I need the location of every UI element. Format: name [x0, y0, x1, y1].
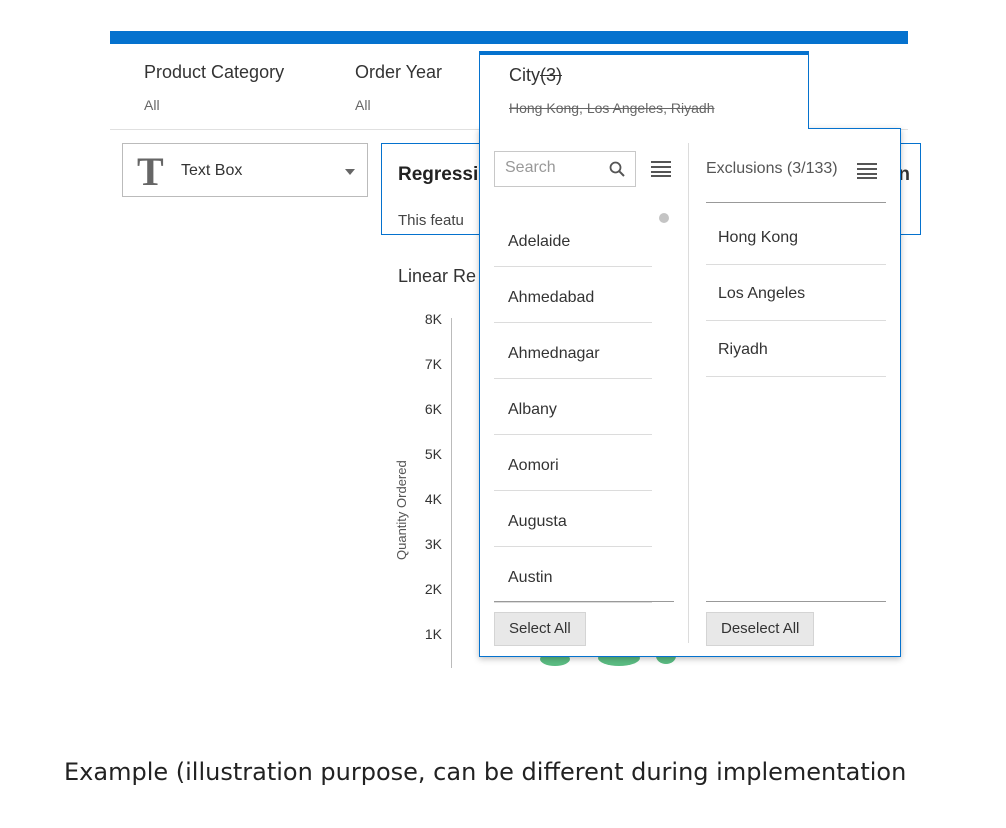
list-item-label: Austin — [508, 569, 553, 586]
y-tick-label: 7K — [424, 356, 442, 372]
divider — [706, 601, 886, 602]
divider — [706, 202, 886, 203]
list-item-label: Ahmedabad — [508, 289, 595, 306]
city-filter-count: (3) — [540, 65, 562, 85]
list-item[interactable]: Albany — [494, 379, 652, 435]
deselect-all-button[interactable]: Deselect All — [706, 612, 815, 646]
list-item-label: Aomori — [508, 457, 559, 474]
y-axis-label: Quantity Ordered — [394, 460, 409, 560]
column-divider — [688, 143, 689, 643]
divider — [494, 601, 674, 602]
exclusions-options-icon[interactable] — [857, 163, 877, 179]
filter-label: Order Year — [355, 62, 443, 82]
city-filter-popup: Adelaide Ahmedabad Ahmednagar Albany Aomori A… — [479, 128, 901, 657]
y-tick-label: 4K — [424, 491, 442, 507]
exclusion-item-label: Los Angeles — [718, 285, 806, 302]
filter-product-category[interactable]: Product Category All — [144, 62, 284, 113]
exclusion-item[interactable]: Los Angeles — [706, 265, 886, 321]
filter-order-year[interactable]: Order Year All — [355, 62, 442, 113]
list-item[interactable]: Austin — [494, 547, 652, 603]
select-all-button[interactable]: Select All — [494, 612, 586, 646]
list-item[interactable]: Adelaide — [494, 211, 652, 267]
card-title: Regressi — [398, 164, 479, 185]
list-item[interactable]: Aomori — [494, 435, 652, 491]
exclusion-item-label: Riyadh — [718, 341, 768, 358]
y-tick-label: 5K — [424, 446, 442, 462]
exclusion-item-label: Hong Kong — [718, 229, 799, 246]
y-tick-label: 2K — [424, 581, 442, 597]
dropdown-label: Text Box — [181, 162, 243, 179]
chart-title: Linear Re — [398, 266, 477, 286]
y-tick-label: 8K — [424, 311, 442, 327]
search-field[interactable] — [494, 151, 636, 187]
list-item[interactable]: Ahmednagar — [494, 323, 652, 379]
filter-label: Product Category — [144, 62, 285, 82]
exclusion-item[interactable]: Hong Kong — [706, 209, 886, 265]
list-item-label: Adelaide — [508, 233, 571, 250]
visualization-type-dropdown[interactable]: T Text Box — [122, 143, 368, 197]
figure-caption: Example (illustration purpose, can be di… — [64, 758, 907, 786]
filter-city[interactable]: City(3) Hong Kong, Los Angeles, Riyadh — [479, 51, 809, 129]
y-tick-label: 1K — [424, 626, 442, 642]
chevron-down-icon — [345, 169, 355, 175]
list-item-label: Augusta — [508, 513, 567, 530]
city-filter-label: City — [509, 65, 540, 85]
header-accent-bar — [110, 31, 908, 44]
filter-value: Hong Kong, Los Angeles, Riyadh — [509, 100, 715, 116]
filter-label: City(3) — [509, 65, 562, 86]
scrollbar-thumb[interactable] — [659, 213, 669, 223]
search-icon — [609, 161, 625, 182]
card-description: This featu — [398, 212, 464, 229]
text-box-icon: T — [137, 149, 164, 194]
list-options-icon[interactable] — [651, 161, 671, 177]
y-tick-label: 6K — [424, 401, 442, 417]
filter-value: All — [355, 97, 371, 113]
list-item[interactable]: Ahmedabad — [494, 267, 652, 323]
exclusions-header: Exclusions (3/133) — [706, 160, 838, 177]
y-axis-line — [451, 318, 452, 668]
exclusion-item[interactable]: Riyadh — [706, 321, 886, 377]
y-tick-label: 3K — [424, 536, 442, 552]
list-item[interactable]: Augusta — [494, 491, 652, 547]
list-item-label: Ahmednagar — [508, 345, 600, 362]
list-item-label: Albany — [508, 401, 557, 418]
search-input[interactable] — [505, 159, 605, 177]
filter-value: All — [144, 97, 160, 113]
